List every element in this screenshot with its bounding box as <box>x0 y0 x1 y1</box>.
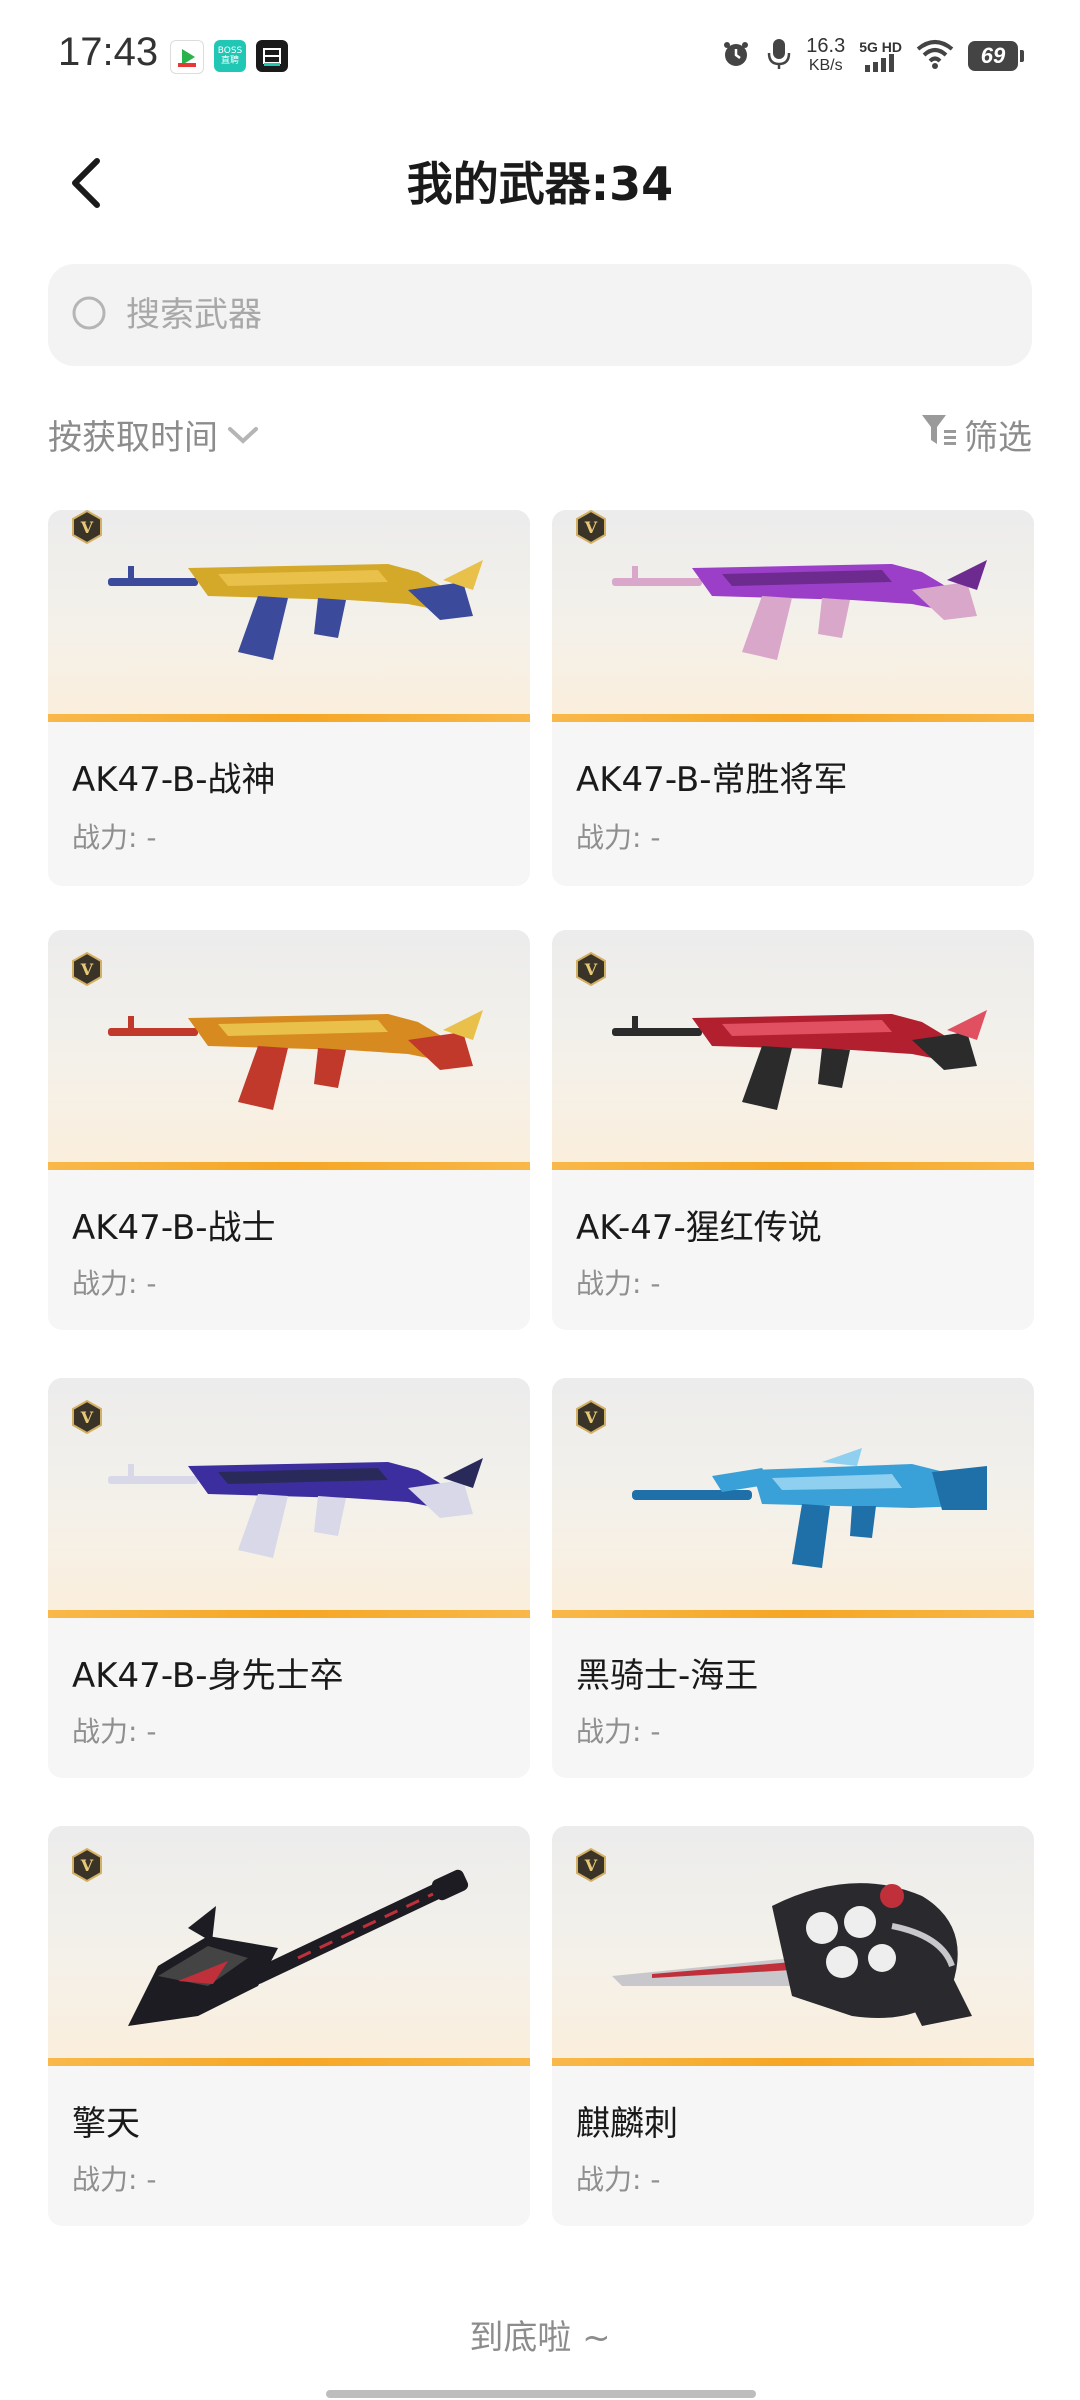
alarm-icon <box>720 38 752 74</box>
weapon-power: 战力: - <box>576 821 661 854</box>
notification-icons: BOSS 直聘 <box>170 40 288 74</box>
filter-button[interactable]: 筛选 <box>920 410 1032 459</box>
rifle-image <box>612 1010 987 1110</box>
weapon-image: V <box>552 510 1034 722</box>
weapon-card[interactable]: V 擎天 战力: - <box>48 1826 530 2226</box>
weapon-image: V <box>552 1378 1034 1618</box>
chevron-down-icon <box>226 415 260 455</box>
sort-dropdown[interactable]: 按获取时间 <box>48 410 260 459</box>
weapon-power: 战力: - <box>576 1715 661 1748</box>
home-indicator[interactable] <box>326 2390 756 2398</box>
weapon-card[interactable]: V AK47-B-战神 战力: - <box>48 510 530 886</box>
sort-label: 按获取时间 <box>48 418 218 458</box>
rifle-image <box>108 560 483 660</box>
video-app-icon <box>170 40 204 74</box>
shovel-image <box>128 1869 469 2026</box>
weapon-card[interactable]: V AK-47-猩红传说 战力: - <box>552 930 1034 1330</box>
weapon-name: AK47-B-战士 <box>72 1208 276 1248</box>
weapon-image: V <box>552 1826 1034 2066</box>
battery-icon: 69 <box>968 41 1024 71</box>
weapon-name: AK47-B-常胜将军 <box>576 760 848 800</box>
weapon-card[interactable]: V AK47-B-身先士卒 战力: - <box>48 1378 530 1778</box>
rifle-image <box>108 1010 483 1110</box>
knuckle-knife-image <box>612 1883 972 2026</box>
rifle-image <box>612 560 987 660</box>
weapon-power: 战力: - <box>576 2163 661 2196</box>
weapon-name: AK47-B-身先士卒 <box>72 1656 344 1696</box>
weapon-power: 战力: - <box>72 821 157 854</box>
weapon-name: AK47-B-战神 <box>72 760 276 800</box>
weapon-name: 擎天 <box>72 2104 140 2144</box>
weapon-card[interactable]: V AK47-B-战士 战力: - <box>48 930 530 1330</box>
weapon-name: AK-47-猩红传说 <box>576 1208 822 1248</box>
cellular-signal-icon: 5G HD <box>859 40 902 72</box>
search-input[interactable] <box>124 294 988 336</box>
weapon-card[interactable]: V 黑骑士-海王 战力: - <box>552 1378 1034 1778</box>
status-bar: 17:43 BOSS 直聘 16.3 KB/s 5G HD 69 <box>0 0 1080 120</box>
weapon-name: 黑骑士-海王 <box>576 1656 759 1696</box>
microphone-icon <box>766 37 792 75</box>
weapon-power: 战力: - <box>72 1715 157 1748</box>
filter-label: 筛选 <box>964 418 1032 458</box>
filter-icon <box>920 412 958 457</box>
search-bar[interactable] <box>48 264 1032 366</box>
weapon-card[interactable]: V AK47-B-常胜将军 战力: - <box>552 510 1034 886</box>
sort-filter-bar: 按获取时间 筛选 <box>48 410 1032 470</box>
weapon-image: V <box>48 510 530 722</box>
system-status-icons: 16.3 KB/s 5G HD 69 <box>720 35 1024 76</box>
end-of-list-text: 到底啦 ~ <box>469 2318 611 2358</box>
weapon-power: 战力: - <box>72 2163 157 2196</box>
weapon-card[interactable]: V 麒麟刺 战力: - <box>552 1826 1034 2226</box>
page-title: 我的武器:34 <box>406 157 674 211</box>
status-time: 17:43 <box>58 30 159 74</box>
weapon-image: V <box>48 930 530 1170</box>
wifi-icon <box>916 39 954 73</box>
weapon-image: V <box>48 1826 530 2066</box>
rifle-image <box>632 1448 987 1568</box>
weapon-power: 战力: - <box>576 1267 661 1300</box>
app-header: 我的武器:34 <box>0 120 1080 240</box>
network-speed: 16.3 KB/s <box>806 35 846 74</box>
weapon-power: 战力: - <box>72 1267 157 1300</box>
rifle-image <box>108 1458 483 1558</box>
search-icon <box>70 294 112 336</box>
chess-app-icon <box>256 40 288 72</box>
weapon-name: 麒麟刺 <box>576 2104 678 2144</box>
boss-zhipin-icon: BOSS 直聘 <box>214 40 246 72</box>
weapon-image: V <box>48 1378 530 1618</box>
weapon-image: V <box>552 930 1034 1170</box>
